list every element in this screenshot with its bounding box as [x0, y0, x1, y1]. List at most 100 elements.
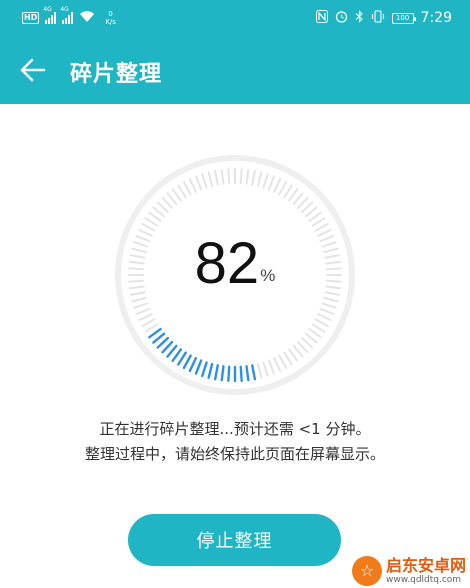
- dial-tick: [296, 196, 309, 209]
- dial-tick: [201, 173, 208, 189]
- dial-tick-active: [176, 351, 187, 366]
- signal-icon-1: 4G: [43, 6, 57, 24]
- watermark-name: 启东安卓网: [385, 555, 466, 575]
- dial-tick: [319, 307, 335, 316]
- dial-tick: [292, 192, 304, 206]
- dial-tick: [304, 206, 318, 218]
- signal-icon-2: 4G: [60, 6, 74, 24]
- dial-tick: [283, 184, 293, 199]
- net-speed-value: 0: [108, 10, 113, 18]
- dial-tick: [317, 313, 332, 322]
- dial-tick: [273, 357, 282, 372]
- dial-tick: [301, 201, 314, 214]
- dial-tick: [267, 175, 276, 191]
- vibrate-icon: [371, 9, 385, 27]
- dial-tick: [278, 354, 288, 369]
- status-time: 7:29: [420, 10, 452, 26]
- dial-tick: [314, 222, 329, 232]
- dial-tick: [256, 171, 263, 187]
- dial-tick: [220, 168, 225, 185]
- dial-tick-active: [220, 365, 225, 382]
- wifi-icon: [79, 10, 95, 27]
- status-right: 100 7:29: [315, 8, 452, 28]
- dial-tick-active: [166, 344, 178, 358]
- dial-tick-active: [227, 365, 231, 382]
- dial-tick: [301, 336, 314, 349]
- dial-tick-active: [152, 332, 166, 344]
- back-button[interactable]: [14, 54, 50, 86]
- dial-tick-active: [182, 354, 192, 370]
- dial-tick: [251, 169, 256, 186]
- dial-tick: [207, 171, 214, 187]
- net-label-2: 4G: [60, 6, 69, 13]
- hd-badge: HD: [22, 12, 40, 24]
- dial-tick: [138, 313, 153, 322]
- progress-unit: %: [260, 266, 276, 285]
- net-speed-unit: K/s: [105, 18, 116, 26]
- dial-tick-active: [148, 327, 162, 339]
- dial-tick: [311, 217, 326, 227]
- dial-tick: [161, 196, 174, 209]
- dial-tick-active: [207, 362, 214, 379]
- dial-tick: [141, 222, 156, 232]
- dial-tick: [239, 168, 243, 185]
- dial-tick: [156, 201, 169, 214]
- dial-tick-active: [188, 357, 198, 373]
- dial-tick: [283, 351, 293, 366]
- dial-tick-active: [245, 365, 250, 382]
- dial-tick: [182, 181, 192, 196]
- bluetooth-icon: [355, 9, 364, 27]
- dial-tick-active: [194, 359, 203, 375]
- dial-tick: [262, 173, 269, 189]
- dial-tick: [245, 168, 250, 185]
- dial-tick: [292, 344, 304, 358]
- watermark-text: 启东安卓网 www.qdldtq.com: [385, 555, 466, 586]
- dial-tick: [152, 206, 166, 218]
- back-arrow-icon: [20, 58, 46, 82]
- dial-tick: [177, 184, 187, 199]
- battery-icon: 100: [391, 12, 416, 24]
- keep-screen-hint: 整理过程中，请始终保持此页面在屏幕显示。: [84, 445, 385, 463]
- dial-tick-active: [251, 364, 257, 381]
- stop-defrag-button[interactable]: 停止整理: [128, 514, 341, 566]
- status-message: 正在进行碎片整理...预计还需 <1 分钟。: [99, 420, 371, 438]
- watermark-logo-icon: ☆: [351, 556, 382, 586]
- dial-tick: [166, 192, 178, 206]
- dial-tick: [141, 318, 156, 328]
- progress-percent: 82%: [0, 232, 470, 308]
- dial-tick-active: [201, 361, 208, 378]
- dial-tick: [278, 181, 288, 196]
- dial-tick: [262, 361, 269, 377]
- status-left: HD 4G 4G 0 K/s: [22, 6, 116, 28]
- dial-tick-active: [171, 348, 183, 362]
- dial-tick: [296, 341, 309, 354]
- watermark-url: www.qdldtq.com: [385, 574, 462, 585]
- dial-tick: [214, 169, 219, 186]
- dial-tick: [227, 168, 231, 185]
- app-bar: 碎片整理: [0, 36, 470, 104]
- net-speed: 0 K/s: [105, 10, 116, 26]
- dial-tick-active: [156, 336, 170, 349]
- dial-tick: [273, 178, 282, 193]
- net-label-1: 4G: [43, 6, 52, 13]
- dial-tick: [308, 211, 322, 222]
- watermark: ☆ 启东安卓网 www.qdldtq.com: [351, 555, 466, 586]
- page-title: 碎片整理: [70, 62, 163, 87]
- dial-tick: [135, 307, 151, 316]
- dial-tick: [194, 175, 203, 191]
- dial-tick: [288, 188, 299, 202]
- dial-tick: [148, 211, 162, 222]
- dial-tick: [304, 332, 318, 344]
- progress-value: 82: [194, 231, 260, 296]
- dial-tick: [144, 217, 159, 227]
- alarm-icon: [335, 10, 348, 27]
- dial-tick-active: [239, 365, 243, 382]
- dial-tick-active: [161, 340, 174, 354]
- dial-tick: [267, 359, 276, 375]
- dial-tick: [314, 318, 329, 328]
- dial-tick: [308, 328, 322, 339]
- nfc-icon: [315, 9, 328, 27]
- dial-tick: [256, 363, 263, 379]
- dial-tick: [288, 348, 299, 362]
- status-bar: HD 4G 4G 0 K/s 100 7:29: [0, 0, 470, 36]
